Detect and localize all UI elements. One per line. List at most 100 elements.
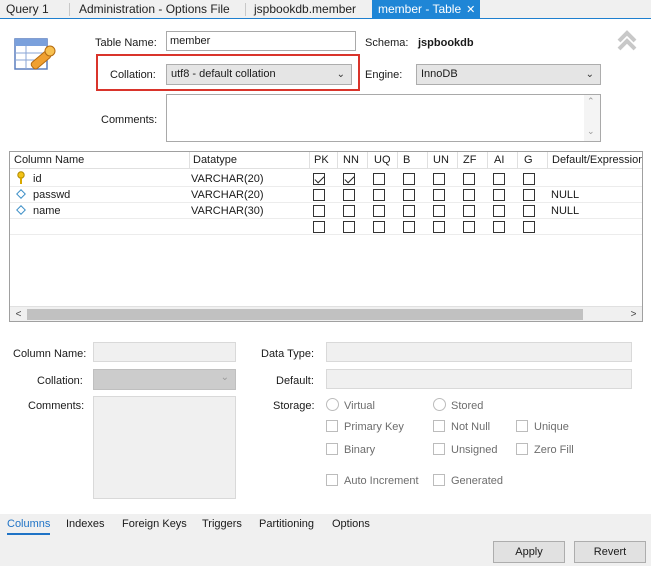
- uq-checkbox[interactable]: [373, 189, 385, 201]
- uq-checkbox[interactable]: [373, 173, 385, 185]
- pk-checkbox[interactable]: [313, 205, 325, 217]
- generated-checkbox[interactable]: [433, 474, 445, 486]
- zf-checkbox[interactable]: [463, 221, 475, 233]
- zf-checkbox[interactable]: [463, 205, 475, 217]
- tab-triggers[interactable]: Triggers: [202, 514, 242, 535]
- tab-label: member - Table: [378, 2, 462, 16]
- zf-checkbox[interactable]: [463, 173, 475, 185]
- ai-checkbox[interactable]: [493, 173, 505, 185]
- auto-increment-checkbox[interactable]: [326, 474, 338, 486]
- tab-query-1[interactable]: Query 1: [0, 0, 55, 19]
- revert-button[interactable]: Revert: [574, 541, 646, 563]
- uq-checkbox[interactable]: [373, 221, 385, 233]
- uq-checkbox[interactable]: [373, 205, 385, 217]
- nn-checkbox[interactable]: [343, 189, 355, 201]
- data-type-input[interactable]: [326, 342, 632, 362]
- header-g[interactable]: G: [524, 152, 533, 169]
- zero-fill-checkbox[interactable]: [516, 443, 528, 455]
- scroll-right-icon[interactable]: >: [625, 307, 642, 321]
- stored-radio[interactable]: [433, 398, 446, 411]
- ai-checkbox[interactable]: [493, 221, 505, 233]
- header-default-expression[interactable]: Default/Expression: [552, 152, 642, 169]
- scroll-up-icon[interactable]: ⌃: [587, 96, 595, 107]
- ai-checkbox[interactable]: [493, 205, 505, 217]
- tab-partitioning[interactable]: Partitioning: [259, 514, 314, 535]
- column-name-cell[interactable]: id: [33, 171, 42, 187]
- comments-scrollbar[interactable]: ⌃ ⌄: [584, 95, 600, 141]
- schema-value: jspbookdb: [418, 37, 474, 49]
- columns-grid[interactable]: Column Name Datatype PK NN UQ B UN ZF AI…: [9, 151, 643, 322]
- pk-checkbox[interactable]: [313, 221, 325, 233]
- header-uq[interactable]: UQ: [374, 152, 391, 169]
- column-collation-select[interactable]: ⌄: [93, 369, 236, 390]
- collapse-chevron-icon[interactable]: [616, 30, 638, 52]
- table-comments-textarea[interactable]: ⌃ ⌄: [166, 94, 601, 142]
- header-ai[interactable]: AI: [494, 152, 504, 169]
- tab-options[interactable]: Options: [332, 514, 370, 535]
- header-datatype[interactable]: Datatype: [193, 152, 237, 169]
- g-checkbox[interactable]: [523, 189, 535, 201]
- primary-key-checkbox[interactable]: [326, 420, 338, 432]
- engine-select[interactable]: InnoDB ⌄: [416, 64, 601, 85]
- chevron-down-icon: ⌄: [585, 69, 594, 80]
- collation-select[interactable]: utf8 - default collation ⌄: [166, 64, 352, 85]
- grid-horizontal-scrollbar[interactable]: < >: [10, 306, 642, 321]
- datatype-cell[interactable]: VARCHAR(20): [191, 187, 264, 203]
- column-comments-textarea[interactable]: [93, 396, 236, 499]
- tab-administration-options-file[interactable]: Administration - Options File: [73, 0, 236, 19]
- nn-checkbox[interactable]: [343, 173, 355, 185]
- tab-foreign-keys[interactable]: Foreign Keys: [122, 514, 187, 535]
- header-column-name[interactable]: Column Name: [14, 152, 84, 169]
- pk-checkbox[interactable]: [313, 189, 325, 201]
- header-pk[interactable]: PK: [314, 152, 329, 169]
- un-checkbox[interactable]: [433, 221, 445, 233]
- pk-checkbox[interactable]: [313, 173, 325, 185]
- zf-checkbox[interactable]: [463, 189, 475, 201]
- editor-section-tabs: Columns Indexes Foreign Keys Triggers Pa…: [0, 514, 651, 535]
- table-row[interactable]: passwd VARCHAR(20) NULL: [10, 187, 642, 203]
- close-icon[interactable]: ✕: [466, 4, 475, 16]
- datatype-cell[interactable]: VARCHAR(20): [191, 171, 264, 187]
- scroll-down-icon[interactable]: ⌄: [587, 126, 595, 137]
- default-input[interactable]: [326, 369, 632, 389]
- unique-checkbox[interactable]: [516, 420, 528, 432]
- scroll-left-icon[interactable]: <: [10, 307, 27, 321]
- nn-checkbox[interactable]: [343, 221, 355, 233]
- g-checkbox[interactable]: [523, 173, 535, 185]
- apply-button[interactable]: Apply: [493, 541, 565, 563]
- un-checkbox[interactable]: [433, 205, 445, 217]
- b-checkbox[interactable]: [403, 205, 415, 217]
- un-checkbox[interactable]: [433, 173, 445, 185]
- virtual-radio[interactable]: [326, 398, 339, 411]
- un-checkbox[interactable]: [433, 189, 445, 201]
- unsigned-checkbox[interactable]: [433, 443, 445, 455]
- b-checkbox[interactable]: [403, 189, 415, 201]
- column-name-cell[interactable]: name: [33, 203, 61, 219]
- table-row[interactable]: name VARCHAR(30) NULL: [10, 203, 642, 219]
- g-checkbox[interactable]: [523, 205, 535, 217]
- default-cell[interactable]: NULL: [551, 187, 579, 203]
- table-row[interactable]: id VARCHAR(20): [10, 171, 642, 187]
- binary-checkbox[interactable]: [326, 443, 338, 455]
- scrollbar-thumb[interactable]: [27, 309, 583, 320]
- header-zf[interactable]: ZF: [463, 152, 476, 169]
- tab-columns[interactable]: Columns: [7, 514, 51, 535]
- not-null-checkbox[interactable]: [433, 420, 445, 432]
- g-checkbox[interactable]: [523, 221, 535, 233]
- column-name-input[interactable]: [93, 342, 236, 362]
- column-name-cell[interactable]: passwd: [33, 187, 70, 203]
- header-un[interactable]: UN: [433, 152, 449, 169]
- table-row[interactable]: [10, 219, 642, 235]
- default-cell[interactable]: NULL: [551, 203, 579, 219]
- nn-checkbox[interactable]: [343, 205, 355, 217]
- b-checkbox[interactable]: [403, 221, 415, 233]
- tab-jspbookdb-member[interactable]: jspbookdb.member: [248, 0, 362, 19]
- tab-indexes[interactable]: Indexes: [66, 514, 105, 535]
- b-checkbox[interactable]: [403, 173, 415, 185]
- datatype-cell[interactable]: VARCHAR(30): [191, 203, 264, 219]
- header-nn[interactable]: NN: [343, 152, 359, 169]
- header-b[interactable]: B: [403, 152, 410, 169]
- ai-checkbox[interactable]: [493, 189, 505, 201]
- tab-member-table[interactable]: member - Table ✕: [372, 0, 480, 19]
- table-name-input[interactable]: member: [166, 31, 356, 51]
